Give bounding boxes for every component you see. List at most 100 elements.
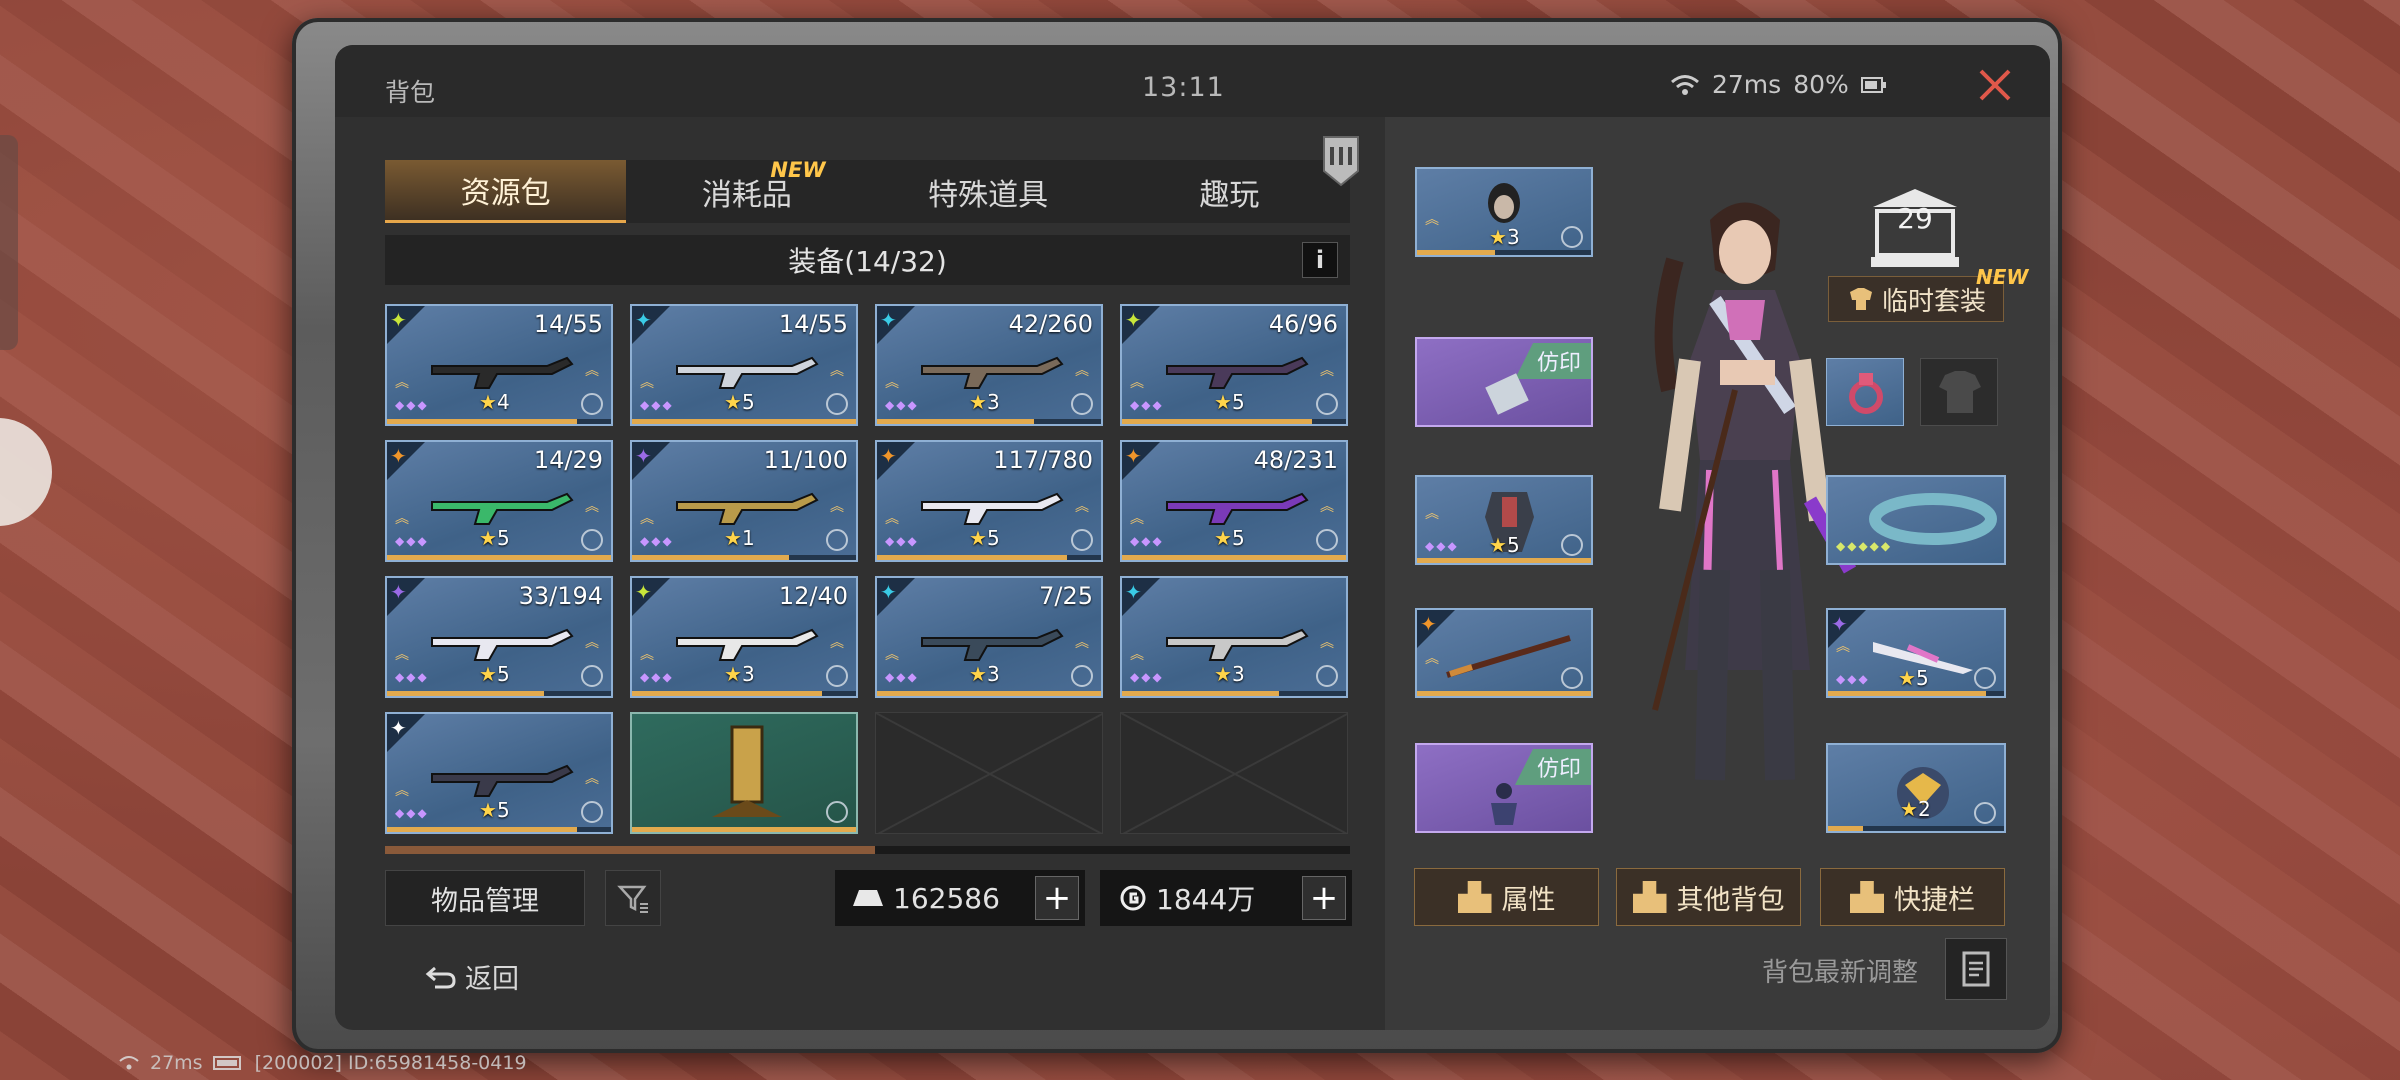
tab-fun[interactable]: 趣玩 — [1109, 160, 1350, 223]
rarity-corner: ✦ — [632, 578, 670, 616]
armor-slot[interactable]: ︽ ◆◆◆ ★5 — [1415, 475, 1593, 565]
coin-icon — [1120, 885, 1146, 911]
star-level: ★5 — [969, 526, 1000, 550]
star-value: 5 — [1915, 666, 1929, 690]
durability-bar — [877, 419, 1101, 424]
star-level: ★5 — [1898, 666, 1929, 690]
shortcut-icon — [1850, 881, 1884, 913]
rarity-dots: ◆◆◆ — [395, 670, 429, 684]
tab-resource-pack[interactable]: 资源包 — [385, 160, 627, 223]
item-slot[interactable]: ✦ 117/780 ︽ ︽ ◆◆◆ ★5 — [875, 440, 1103, 562]
currency-silver-value: 162586 — [893, 881, 1000, 915]
gadget-icon — [1485, 373, 1529, 415]
katana-icon — [1446, 635, 1571, 678]
upgrade-arrow-icon: ︽ — [830, 363, 844, 379]
helmet-slot[interactable]: ︽ ★3 — [1415, 167, 1593, 257]
bracelet-slot[interactable]: ◆◆◆◆◆ — [1826, 475, 2006, 565]
shirt-icon — [1939, 371, 1981, 413]
rarity-corner: ✦ — [387, 578, 425, 616]
star-level: ★1 — [724, 526, 755, 550]
weapon-icon — [921, 356, 1064, 389]
scroll-thumb[interactable] — [385, 846, 875, 854]
star-level: ★3 — [1214, 662, 1245, 686]
shortcut-bar-button[interactable]: 快捷栏 — [1820, 868, 2005, 926]
item-slot[interactable]: ✦ 48/231 ︽ ︽ ◆◆◆ ★5 — [1120, 440, 1348, 562]
star-level: ★5 — [479, 798, 510, 822]
item-manage-button[interactable]: 物品管理 — [385, 870, 585, 926]
star-value: 3 — [1231, 662, 1245, 686]
rarity-dots: ◆◆◆ — [1425, 539, 1459, 553]
durability-bar — [632, 691, 856, 696]
patch-notes-button[interactable] — [1945, 938, 2007, 1000]
artifact-slot[interactable] — [630, 712, 858, 834]
item-slot[interactable]: ✦ 14/55 ︽ ︽ ◆◆◆ ★5 — [630, 304, 858, 426]
tab-label: 特殊道具 — [928, 177, 1049, 213]
ring-icon — [1849, 373, 1883, 414]
star-value: 5 — [496, 526, 510, 550]
coin-icon — [1316, 393, 1338, 415]
star-value: 1 — [741, 526, 755, 550]
melee-slot[interactable]: ✦ ︽ — [1415, 608, 1593, 698]
mimic-slot-2[interactable]: 仿印 — [1415, 743, 1593, 833]
item-slot[interactable]: ✦ 7/25 ︽ ︽ ◆◆◆ ★3 — [875, 576, 1103, 698]
tab-label: 资源包 — [460, 176, 551, 211]
tab-consumables[interactable]: 消耗品 NEW — [626, 158, 867, 223]
star-level: ★5 — [1214, 390, 1245, 414]
item-slot[interactable]: ✦ 12/40 ︽ ︽ ◆◆◆ ★3 — [630, 576, 858, 698]
empty-slot[interactable] — [1120, 712, 1348, 834]
rarity-icon: ✦ — [1125, 444, 1142, 468]
figure-icon — [1491, 783, 1517, 825]
ring-slot[interactable] — [1826, 358, 1904, 426]
rarity-corner: ✦ — [632, 442, 670, 480]
star-value: 5 — [1506, 533, 1520, 557]
durability-bar — [387, 419, 611, 424]
side-drawer-handle[interactable] — [0, 135, 18, 350]
rarity-icon: ✦ — [390, 580, 407, 604]
star-level: ★3 — [969, 390, 1000, 414]
grid-scrollbar[interactable] — [385, 846, 1350, 854]
star-value: 2 — [1917, 797, 1931, 821]
pin-icon[interactable] — [1322, 135, 1360, 187]
coin-icon — [581, 393, 603, 415]
item-slot[interactable]: ✦ ︽ ︽ ◆◆◆ ★3 — [1120, 576, 1348, 698]
item-slot[interactable]: ✦ 14/29 ︽ ︽ ◆◆◆ ★5 — [385, 440, 613, 562]
item-slot[interactable]: ✦ 11/100 ︽ ︽ ◆◆◆ ★1 — [630, 440, 858, 562]
coin-icon — [1071, 529, 1093, 551]
back-button[interactable]: 返回 — [425, 957, 519, 996]
rarity-corner: ✦ — [632, 306, 670, 344]
back-arrow-icon — [425, 966, 456, 988]
info-button[interactable]: i — [1302, 242, 1338, 278]
filter-button[interactable] — [605, 870, 661, 926]
add-silver-button[interactable]: + — [1035, 876, 1079, 920]
outfit-slot[interactable] — [1920, 358, 1998, 426]
rarity-icon: ✦ — [880, 580, 897, 604]
empty-slot[interactable] — [875, 712, 1103, 834]
mimic-slot-1[interactable]: 仿印 — [1415, 337, 1593, 427]
attributes-button[interactable]: 属性 — [1414, 868, 1599, 926]
tab-special-items[interactable]: 特殊道具 — [868, 160, 1109, 223]
weapon-icon — [431, 764, 574, 797]
other-bags-button[interactable]: 其他背包 — [1616, 868, 1801, 926]
upgrade-arrow-icon: ︽ — [885, 511, 899, 527]
item-slot[interactable]: ✦ 14/55 ︽ ︽ ◆◆◆ ★4 — [385, 304, 613, 426]
item-slot[interactable]: ✦ 33/194 ︽ ︽ ◆◆◆ ★5 — [385, 576, 613, 698]
upgrade-arrow-icon: ︽ — [585, 363, 599, 379]
add-gold-button[interactable]: + — [1302, 876, 1346, 920]
upgrade-arrow-icon: ︽ — [395, 647, 409, 663]
pet-slot[interactable]: ★2 — [1826, 743, 2006, 833]
rarity-icon: ✦ — [880, 308, 897, 332]
item-slot[interactable]: ✦ ︽ ︽ ◆◆◆ ★5 — [385, 712, 613, 834]
star-level: ★5 — [1489, 533, 1520, 557]
item-slot[interactable]: ✦ 42/260 ︽ ︽ ◆◆◆ ★3 — [875, 304, 1103, 426]
item-grid: ✦ 14/55 ︽ ︽ ◆◆◆ ★4 ✦ 14/55 ︽ ︽ ◆◆◆ ★5 ✦ 42/260 ︽ ︽ ◆◆◆ ★3… — [385, 304, 1353, 834]
close-icon[interactable] — [1975, 65, 2015, 105]
other-bags-label: 其他背包 — [1676, 884, 1785, 916]
rarity-icon: ✦ — [880, 444, 897, 468]
latest-adjust-label: 背包最新调整 — [1762, 958, 1919, 988]
durability-bar — [632, 419, 856, 424]
rarity-dots: ◆◆◆ — [395, 398, 429, 412]
weapon-slot[interactable]: ✦ ︽ ◆◆◆ ★5 — [1826, 608, 2006, 698]
rarity-corner: ✦ — [387, 442, 425, 480]
rarity-icon: ✦ — [635, 444, 652, 468]
item-slot[interactable]: ✦ 46/96 ︽ ︽ ◆◆◆ ★5 — [1120, 304, 1348, 426]
